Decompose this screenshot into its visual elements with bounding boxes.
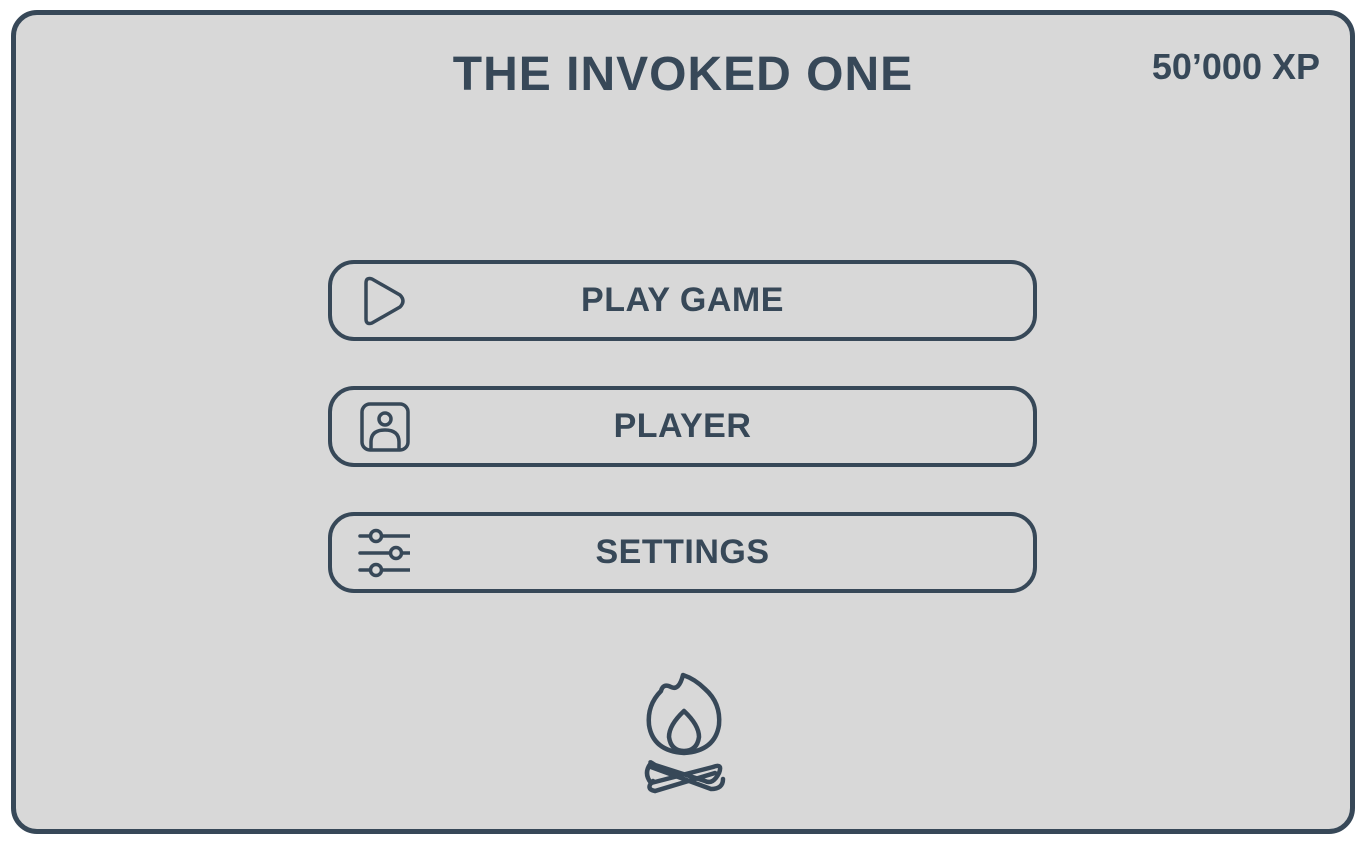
play-game-button[interactable]: PLAY GAME <box>328 260 1037 341</box>
player-label: PLAYER <box>613 407 752 445</box>
campfire-icon <box>644 672 726 794</box>
player-button[interactable]: PLAYER <box>328 386 1037 467</box>
main-menu-screen: THE INVOKED ONE 50’000 XP PLAY GAME PLAY… <box>11 10 1355 834</box>
play-game-label: PLAY GAME <box>581 281 784 319</box>
game-title: THE INVOKED ONE <box>452 48 914 101</box>
settings-label: SETTINGS <box>595 533 770 571</box>
settings-button[interactable]: SETTINGS <box>328 512 1037 593</box>
xp-counter: 50’000 XP <box>1151 46 1320 87</box>
